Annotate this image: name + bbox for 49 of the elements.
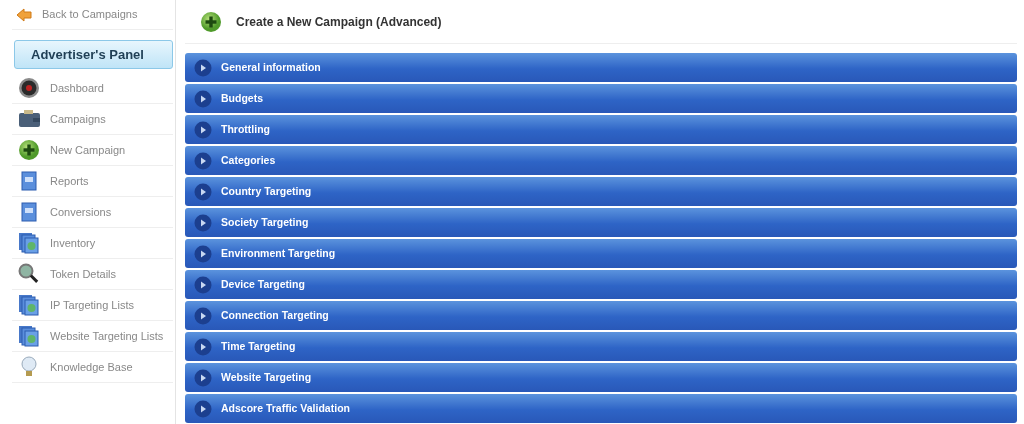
- section-header[interactable]: Budgets: [185, 84, 1017, 113]
- expand-icon: [194, 244, 212, 263]
- sidebar-link[interactable]: IP Targeting Lists: [50, 296, 134, 314]
- section-header[interactable]: Society Targeting: [185, 208, 1017, 237]
- sidebar-link[interactable]: Website Targeting Lists: [50, 327, 164, 345]
- section-header[interactable]: Throttling: [185, 115, 1017, 144]
- section-header[interactable]: Connection Targeting: [185, 301, 1017, 330]
- section-header[interactable]: Device Targeting: [185, 270, 1017, 299]
- document-icon: [18, 201, 40, 223]
- back-arrow-icon: [16, 7, 32, 22]
- sidebar-link[interactable]: Token Details: [50, 265, 117, 283]
- expand-icon: [194, 306, 212, 325]
- expand-icon: [194, 58, 212, 77]
- section-header[interactable]: Adscore Traffic Validation: [185, 394, 1017, 423]
- section-header[interactable]: General information: [185, 53, 1017, 82]
- document-stack-icon: [18, 325, 40, 347]
- sidebar-link[interactable]: Conversions: [50, 203, 112, 221]
- document-stack-icon: [18, 294, 40, 316]
- section-header[interactable]: Categories: [185, 146, 1017, 175]
- page-title: Create a New Campaign (Advanced): [236, 13, 442, 31]
- add-icon: [18, 139, 40, 161]
- sidebar-link[interactable]: Dashboard: [50, 79, 104, 97]
- gauge-icon: [18, 77, 40, 99]
- add-icon: [200, 10, 222, 33]
- section-header[interactable]: Environment Targeting: [185, 239, 1017, 268]
- search-icon: [18, 263, 40, 285]
- sidebar-link[interactable]: Campaigns: [50, 110, 106, 128]
- expand-icon: [194, 89, 212, 108]
- sidebar-link[interactable]: Inventory: [50, 234, 96, 252]
- document-stack-icon: [18, 232, 40, 254]
- expand-icon: [194, 120, 212, 139]
- back-link[interactable]: Back to Campaigns: [42, 6, 138, 23]
- section-header[interactable]: Website Targeting: [185, 363, 1017, 392]
- sidebar-link[interactable]: New Campaign: [50, 141, 126, 159]
- expand-icon: [194, 182, 212, 201]
- section-header[interactable]: Country Targeting: [185, 177, 1017, 206]
- lightbulb-icon: [18, 356, 40, 378]
- expand-icon: [194, 213, 212, 232]
- section-header[interactable]: Time Targeting: [185, 332, 1017, 361]
- expand-icon: [194, 151, 212, 170]
- document-icon: [18, 170, 40, 192]
- sidebar-link[interactable]: Reports: [50, 172, 89, 190]
- expand-icon: [194, 399, 212, 418]
- wallet-icon: [18, 108, 40, 130]
- sidebar-link[interactable]: Knowledge Base: [50, 358, 133, 376]
- panel-title: Advertiser's Panel: [14, 40, 173, 69]
- expand-icon: [194, 368, 212, 387]
- expand-icon: [194, 275, 212, 294]
- expand-icon: [194, 337, 212, 356]
